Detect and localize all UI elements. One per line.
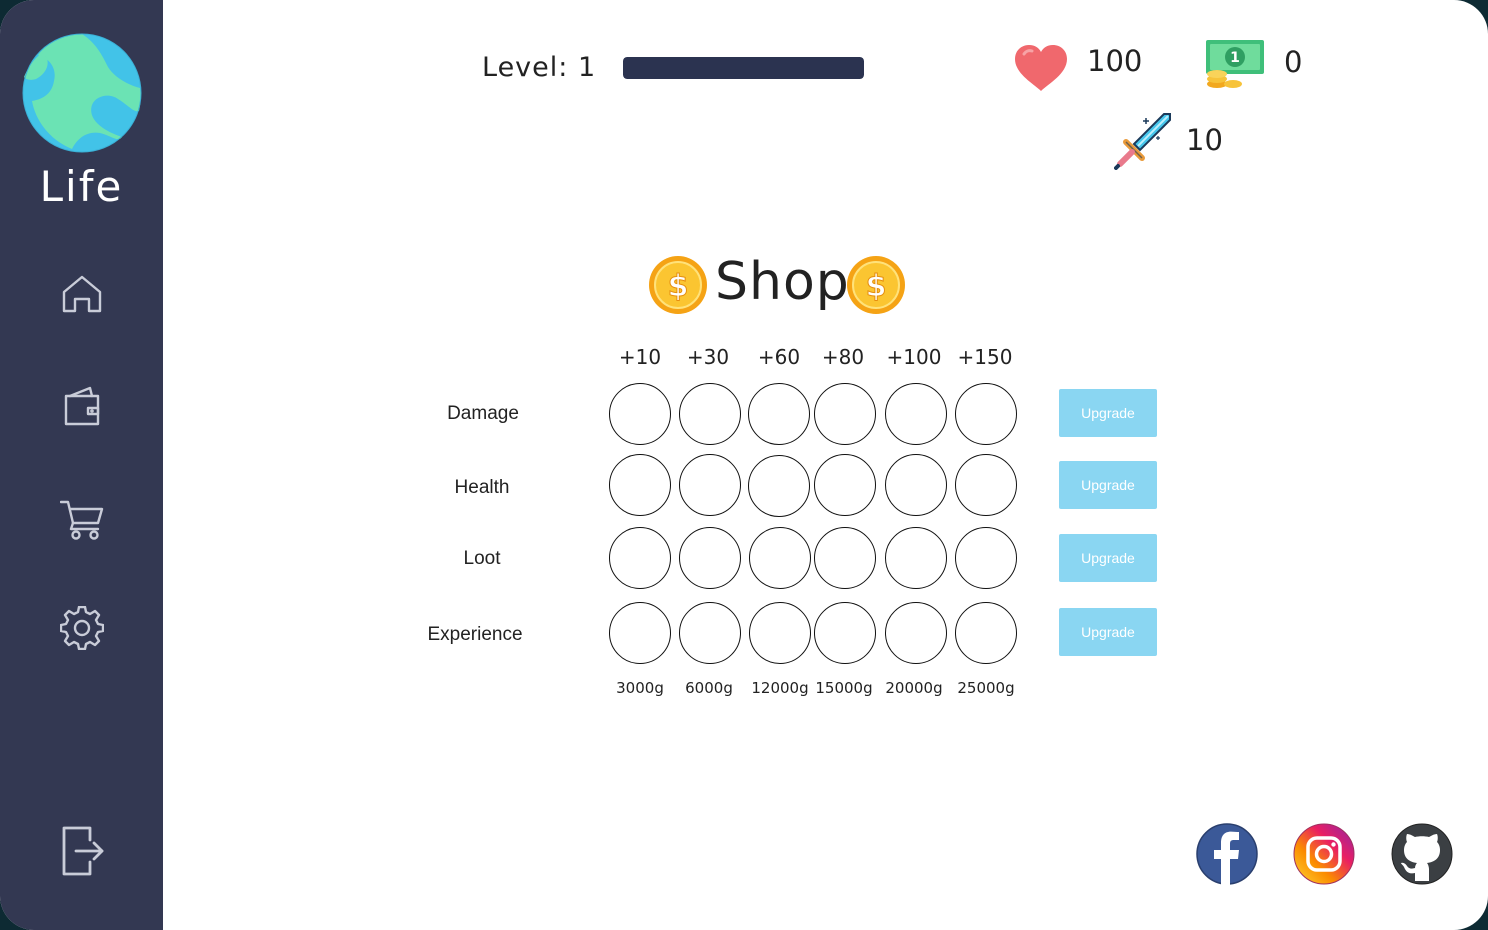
facebook-icon[interactable] bbox=[1196, 823, 1258, 885]
app-window: Life Level: 1 100 1 0 10 $ Shop $ +10 +3… bbox=[0, 0, 1488, 930]
xp-progress-fill bbox=[623, 57, 864, 79]
tier-label: +80 bbox=[821, 345, 865, 369]
upgrade-slot bbox=[885, 527, 947, 589]
cart-icon[interactable] bbox=[60, 497, 104, 541]
upgrade-slot bbox=[955, 454, 1017, 516]
tier-price: 6000g bbox=[685, 679, 733, 697]
upgrade-slot bbox=[955, 602, 1017, 664]
tier-label: +150 bbox=[957, 345, 1013, 369]
svg-text:$: $ bbox=[668, 269, 689, 304]
upgrade-slot bbox=[609, 527, 671, 589]
svg-text:1: 1 bbox=[1230, 50, 1240, 66]
home-icon[interactable] bbox=[60, 272, 104, 316]
heart-icon bbox=[1015, 45, 1067, 91]
row-label-experience: Experience bbox=[427, 624, 523, 645]
upgrade-slot bbox=[679, 454, 741, 516]
upgrade-slot bbox=[814, 383, 876, 445]
svg-text:$: $ bbox=[866, 269, 887, 304]
upgrade-slot bbox=[814, 454, 876, 516]
upgrade-slot bbox=[679, 602, 741, 664]
upgrade-experience-button[interactable]: Upgrade bbox=[1059, 608, 1157, 656]
tier-label: +30 bbox=[686, 345, 730, 369]
coin-icon: $ bbox=[847, 256, 905, 314]
money-value: 0 bbox=[1284, 45, 1303, 79]
upgrade-slot bbox=[814, 602, 876, 664]
shop-title: Shop bbox=[715, 252, 850, 312]
upgrade-slot bbox=[748, 455, 810, 517]
app-name: Life bbox=[39, 162, 124, 211]
health-value: 100 bbox=[1087, 44, 1143, 78]
upgrade-slot bbox=[885, 602, 947, 664]
upgrade-slot bbox=[609, 454, 671, 516]
tier-price: 25000g bbox=[957, 679, 1015, 697]
row-label-health: Health bbox=[454, 477, 510, 498]
row-label-loot: Loot bbox=[463, 548, 501, 569]
sword-icon bbox=[1114, 113, 1171, 170]
level-indicator: Level: 1 bbox=[482, 52, 596, 83]
upgrade-slot bbox=[885, 383, 947, 445]
sidebar: Life bbox=[0, 0, 163, 930]
upgrade-slot bbox=[748, 383, 810, 445]
tier-label: +60 bbox=[757, 345, 801, 369]
coin-icon: $ bbox=[649, 256, 707, 314]
level-value: 1 bbox=[577, 52, 597, 83]
wallet-icon[interactable] bbox=[60, 384, 104, 428]
gear-icon[interactable] bbox=[60, 606, 104, 650]
tier-price: 15000g bbox=[815, 679, 873, 697]
tier-price: 3000g bbox=[616, 679, 664, 697]
level-label: Level: bbox=[482, 52, 569, 83]
upgrade-loot-button[interactable]: Upgrade bbox=[1059, 534, 1157, 582]
tier-label: +10 bbox=[618, 345, 662, 369]
upgrade-slot bbox=[955, 383, 1017, 445]
upgrade-slot bbox=[955, 527, 1017, 589]
upgrade-slot bbox=[679, 383, 741, 445]
upgrade-health-button[interactable]: Upgrade bbox=[1059, 461, 1157, 509]
upgrade-slot bbox=[749, 602, 811, 664]
instagram-icon[interactable] bbox=[1293, 823, 1355, 885]
xp-progress-bar bbox=[623, 57, 864, 79]
upgrade-slot bbox=[885, 454, 947, 516]
money-icon: 1 bbox=[1206, 40, 1264, 88]
globe-logo-icon bbox=[22, 33, 142, 153]
github-icon[interactable] bbox=[1391, 823, 1453, 885]
upgrade-damage-button[interactable]: Upgrade bbox=[1059, 389, 1157, 437]
tier-label: +100 bbox=[886, 345, 942, 369]
upgrade-slot bbox=[814, 527, 876, 589]
logout-icon[interactable] bbox=[60, 826, 104, 876]
upgrade-slot bbox=[609, 383, 671, 445]
upgrade-slot bbox=[609, 602, 671, 664]
tier-price: 20000g bbox=[885, 679, 943, 697]
row-label-damage: Damage bbox=[447, 403, 519, 424]
upgrade-slot bbox=[679, 527, 741, 589]
upgrade-slot bbox=[749, 527, 811, 589]
damage-value: 10 bbox=[1186, 123, 1223, 157]
